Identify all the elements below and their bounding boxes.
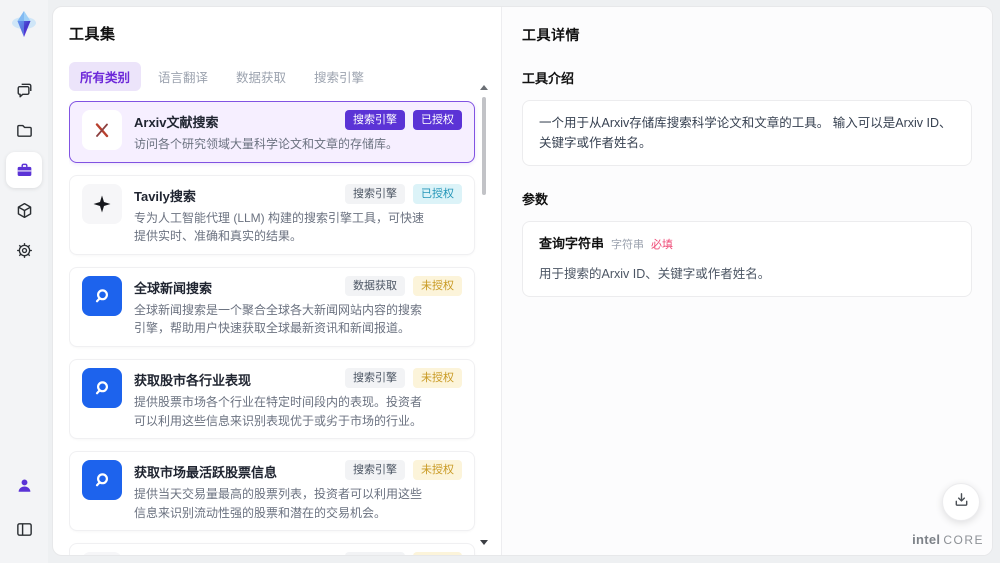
toolbox-icon[interactable] <box>6 152 42 188</box>
tool-name: 万维地区新闻查询 <box>134 552 337 555</box>
brand-word-1: intel <box>912 532 941 547</box>
tool-desc: 提供当天交易量最高的股票列表，投资者可以利用这些信息来识别流动性强的股票和潜在的… <box>134 487 423 520</box>
user-icon[interactable] <box>6 467 42 503</box>
search-blue-icon <box>82 275 122 316</box>
tab-所有类别[interactable]: 所有类别 <box>69 62 142 91</box>
left-sidebar <box>0 0 48 563</box>
download-button[interactable] <box>942 483 980 521</box>
tool-desc: 专为人工智能代理 (LLM) 构建的搜索引擎工具，可快速提供实时、准确和真实的结… <box>134 210 425 244</box>
param-desc: 用于搜索的Arxiv ID、关键字或作者姓名。 <box>539 266 771 281</box>
list-scrollbar[interactable] <box>480 85 488 545</box>
detail-title: 工具详情 <box>522 27 580 43</box>
auth-status-badge: 未授权 <box>413 552 462 555</box>
auth-status-badge: 已授权 <box>413 183 462 204</box>
param-box: 查询字符串 字符串 必填 用于搜索的Arxiv ID、关键字或作者姓名。 <box>522 221 972 297</box>
category-tabs: 所有类别 语言翻译 数据获取 搜索引擎 <box>69 62 501 91</box>
sidebar-nav <box>6 68 42 272</box>
tool-name: Arxiv文献搜索 <box>134 115 219 130</box>
params-heading: 参数 <box>522 192 549 207</box>
param-required-badge: 必填 <box>651 239 674 251</box>
tool-desc: 提供股票市场各个行业在特定时间段内的表现。投资者可以利用这些信息来识别表现优于或… <box>134 394 423 428</box>
param-type: 字符串 <box>611 239 645 251</box>
tool-name: Tavily搜索 <box>134 188 196 204</box>
auth-status-badge: 未授权 <box>413 275 462 297</box>
intro-heading: 工具介绍 <box>522 71 575 86</box>
tool-card[interactable]: Arxiv文献搜索 搜索引擎 已授权 访问各个研究领域大量科学论文和文章的存储库。 <box>69 101 475 163</box>
tab-语言翻译[interactable]: 语言翻译 <box>147 62 219 91</box>
tool-card[interactable]: Tavily搜索 搜索引擎 已授权专为人工智能代理 (LLM) 构建的搜索引擎工具，… <box>69 174 475 255</box>
tool-card[interactable]: 全球新闻搜索 数据获取 未授权全球新闻搜索是一个聚合全球各大新闻网站内容的搜索引擎，… <box>69 266 475 347</box>
building-icon <box>82 552 122 555</box>
panel-toggle-icon[interactable] <box>6 511 42 547</box>
tool-list: Arxiv文献搜索 搜索引擎 已授权 访问各个研究领域大量科学论文和文章的存储库。 Ta… <box>69 101 501 555</box>
tool-desc: 访问各个研究领域大量科学论文和文章的存储库。 <box>134 137 399 151</box>
main-window: 工具集 所有类别 语言翻译 数据获取 搜索引擎 Arxiv文献搜索 搜索引擎 已授权 访问各… <box>52 6 993 556</box>
tool-list-panel: 工具集 所有类别 语言翻译 数据获取 搜索引擎 Arxiv文献搜索 搜索引擎 已授权 访问各… <box>53 7 501 555</box>
category-badge: 数据获取 <box>345 275 405 297</box>
app-logo-icon <box>8 8 40 40</box>
scroll-up-arrow[interactable] <box>480 85 488 90</box>
category-badge: 搜索引擎 <box>345 110 405 131</box>
tool-detail-panel: 工具详情 工具介绍 一个用于从Arxiv存储库搜索科学论文和文章的工具。 输入可… <box>502 7 992 555</box>
category-badge: 搜索引擎 <box>345 552 405 555</box>
search-blue-icon <box>82 367 122 408</box>
param-name: 查询字符串 <box>539 236 605 251</box>
scrollbar-thumb[interactable] <box>482 97 486 195</box>
tab-搜索引擎[interactable]: 搜索引擎 <box>303 62 375 91</box>
cube-icon[interactable] <box>6 192 42 228</box>
intro-box: 一个用于从Arxiv存储库搜索科学论文和文章的工具。 输入可以是Arxiv ID… <box>522 100 972 166</box>
category-badge: 搜索引擎 <box>345 367 405 389</box>
folder-icon[interactable] <box>6 112 42 148</box>
chat-icon[interactable] <box>6 72 42 108</box>
scroll-down-arrow[interactable] <box>480 540 488 545</box>
tool-name: 获取市场最活跃股票信息 <box>134 465 278 481</box>
tavily-icon <box>82 183 122 224</box>
gear-icon[interactable] <box>6 232 42 268</box>
tab-数据获取[interactable]: 数据获取 <box>225 62 297 91</box>
auth-status-badge: 已授权 <box>413 110 462 131</box>
tool-name: 全球新闻搜索 <box>134 280 213 296</box>
tool-card[interactable]: 获取市场最活跃股票信息 搜索引擎 未授权提供当天交易量最高的股票列表，投资者可以利用… <box>69 451 475 532</box>
page-title: 工具集 <box>69 26 116 43</box>
search-blue-icon <box>82 460 122 501</box>
auth-status-badge: 未授权 <box>413 460 462 481</box>
intel-core-logo: intel core <box>912 532 984 547</box>
download-icon <box>953 491 970 513</box>
auth-status-badge: 未授权 <box>413 367 462 389</box>
tool-card[interactable]: 万维地区新闻查询搜索引擎未授权查询具体行政区划内的新闻，快速了解各地新闻动 <box>69 543 475 555</box>
category-badge: 搜索引擎 <box>345 183 405 204</box>
tool-card[interactable]: 获取股市各行业表现 搜索引擎 未授权提供股票市场各个行业在特定时间段内的表现。投资者… <box>69 358 475 440</box>
tool-name: 获取股市各行业表现 <box>134 372 252 388</box>
brand-word-2: core <box>943 533 984 547</box>
arxiv-icon <box>82 110 122 150</box>
intro-text: 一个用于从Arxiv存储库搜索科学论文和文章的工具。 输入可以是Arxiv ID… <box>539 116 952 150</box>
tool-desc: 全球新闻搜索是一个聚合全球各大新闻网站内容的搜索引擎，帮助用户快速获取全球最新资… <box>134 302 423 336</box>
category-badge: 搜索引擎 <box>345 460 405 481</box>
